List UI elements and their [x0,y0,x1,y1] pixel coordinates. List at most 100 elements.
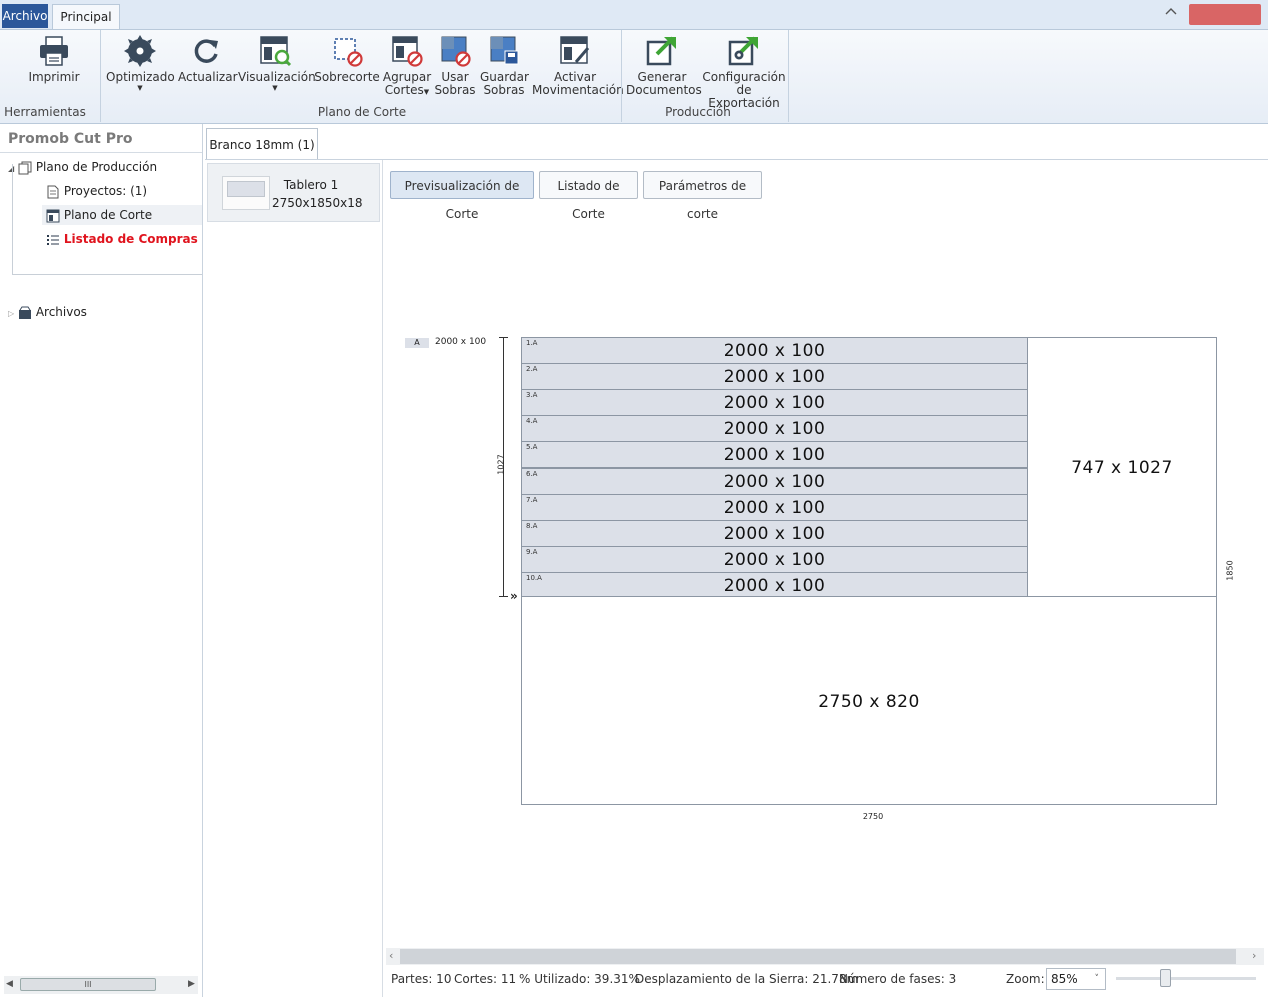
tree-line [12,274,202,275]
cut-piece[interactable]: 3.A 2000 x 100 [521,389,1028,417]
tab-listado-corte[interactable]: Listado de Corte [539,171,638,221]
cutting-plan-icon [46,209,60,223]
tab-previsualizacion[interactable]: Previsualización de Corte [390,171,534,221]
scroll-left-icon[interactable]: ‹ [389,949,393,962]
close-button[interactable] [1189,4,1261,25]
zoom-label: Zoom: [1006,972,1045,986]
export-documents-icon [645,34,679,68]
zoom-select[interactable]: 85% ˅ [1046,968,1106,990]
navigation-panel [0,124,203,997]
cut-piece[interactable]: 5.A 2000 x 100 [521,441,1028,469]
guardar-sobras-button[interactable]: Guardar Sobras [480,34,529,97]
tab-principal[interactable]: Principal [52,4,120,29]
piece-dimension: 2000 x 100 [723,523,826,544]
chevron-up-icon[interactable] [1162,6,1180,22]
material-tab[interactable]: Branco 18mm (1) [206,128,318,159]
tree-item-plano-produccion[interactable]: ◢ Plano de Producción [8,157,200,177]
zoom-slider-thumb[interactable] [1160,969,1171,987]
tree-line [12,164,13,274]
actualizar-label: Actualizar [178,70,238,84]
status-cortes: Cortes: 11 [454,972,517,986]
saw-blade-icon [123,34,157,68]
sobrecorte-label: Sobrecorte [314,70,380,84]
actualizar-button[interactable]: Actualizar [178,34,238,84]
configuracion-exportacion-button[interactable]: Configuración de Exportación [702,34,786,110]
cut-piece[interactable]: 6.A 2000 x 100 [521,467,1028,495]
tab-archivo[interactable]: Archivo [2,4,48,28]
piece-dimension: 2000 x 100 [723,367,826,388]
measure-tick [499,337,508,338]
piece-dimension: 2000 x 100 [723,419,826,440]
status-utilizado: % Utilizado: 39.31% [519,972,640,986]
board-list [205,160,383,997]
tree-item-plano-corte[interactable]: Plano de Corte [42,205,202,225]
board-name: Tablero 1 [283,178,339,192]
agrupar-cortes-button[interactable]: Agrupar Cortes▼ [382,34,432,99]
scroll-left-icon[interactable]: ◀ [6,979,13,989]
leftover-right[interactable]: 747 x 1027 [1027,337,1217,597]
scroll-thumb[interactable]: III [20,978,156,991]
generar-documentos-button[interactable]: Generar Documentos [626,34,702,97]
legend-size: 2000 x 100 [435,337,487,347]
usar-label-1: Usar [441,70,469,84]
agrupar-label-2: Cortes [384,83,424,97]
tree-label: Plano de Corte [63,208,153,222]
usar-sobras-button[interactable]: Usar Sobras [434,34,476,97]
tree-item-proyectos[interactable]: Proyectos: (1) [46,181,200,201]
tree-item-listado-compras[interactable]: Listado de Compras [46,229,200,249]
usar-label-2: Sobras [434,83,476,97]
board-width-label: 2750 [862,812,884,821]
cut-piece[interactable]: 8.A 2000 x 100 [521,519,1028,547]
visualizacion-label: Visualización [238,70,316,84]
group-label-herramientas: Herramientas [4,105,86,119]
collapsed-triangle-icon[interactable]: ▷ [8,309,14,318]
cut-piece[interactable]: 10.A 2000 x 100 [521,571,1028,599]
cut-piece[interactable]: 7.A 2000 x 100 [521,493,1028,521]
document-icon [46,185,60,199]
leftover-bottom[interactable]: 2750 x 820 [521,596,1217,805]
group-separator [788,30,789,122]
scroll-right-icon[interactable]: › [1252,949,1256,962]
optimizado-button[interactable]: Optimizado ▼ [106,34,175,92]
save-leftovers-icon [487,34,521,68]
title-bar [0,0,1268,30]
zoom-value: 85% [1051,972,1078,986]
left-horizontal-scrollbar[interactable]: III ◀ ▶ [4,976,198,994]
piece-dimension: 2000 x 100 [723,341,826,361]
refresh-icon [189,34,223,68]
tree-label: Archivos [35,305,87,319]
sobrecorte-button[interactable]: Sobrecorte [314,34,380,84]
group-label-plano-corte: Plano de Corte [317,105,407,119]
imprimir-button[interactable]: Imprimir [28,34,80,84]
board-thumbnail [222,176,270,210]
status-partes: Partes: 10 [391,972,452,986]
tree-label: Plano de Producción [35,160,158,174]
document-stack-icon [18,161,32,175]
list-icon [46,233,60,247]
phase-marker: » [510,589,518,603]
scroll-thumb[interactable] [400,949,1236,964]
scroll-right-icon[interactable]: ▶ [188,979,195,989]
cut-piece[interactable]: 1.A 2000 x 100 [521,337,1028,365]
piece-dimension: 2000 x 100 [723,497,826,518]
activar-label-1: Activar [553,70,597,84]
generar-label-1: Generar [637,70,687,84]
cut-piece[interactable]: 2.A 2000 x 100 [521,363,1028,391]
visualizacion-button[interactable]: Visualización ▼ [238,34,316,92]
leftover-dim: 2750 x 820 [818,692,920,712]
cut-piece[interactable]: 4.A 2000 x 100 [521,415,1028,443]
group-label-produccion: Producción [665,105,731,119]
group-separator [621,30,622,122]
optimizado-label: Optimizado [106,70,175,84]
cut-piece[interactable]: 9.A 2000 x 100 [521,545,1028,573]
sobrecorte-icon [330,34,364,68]
tab-parametros-corte[interactable]: Parámetros de corte [643,171,762,221]
activar-movimentacion-button[interactable]: Activar Movimentación [532,34,624,97]
zoom-slider-track[interactable] [1116,977,1256,980]
divider [0,152,202,153]
generar-label-2: Documentos [626,83,702,97]
main-horizontal-scrollbar[interactable]: ‹ › [386,948,1264,965]
tree-item-archivos[interactable]: ▷ Archivos [8,302,200,322]
piece-dimension: 2000 x 100 [723,575,826,596]
dropdown-caret-icon: ▼ [272,84,278,92]
